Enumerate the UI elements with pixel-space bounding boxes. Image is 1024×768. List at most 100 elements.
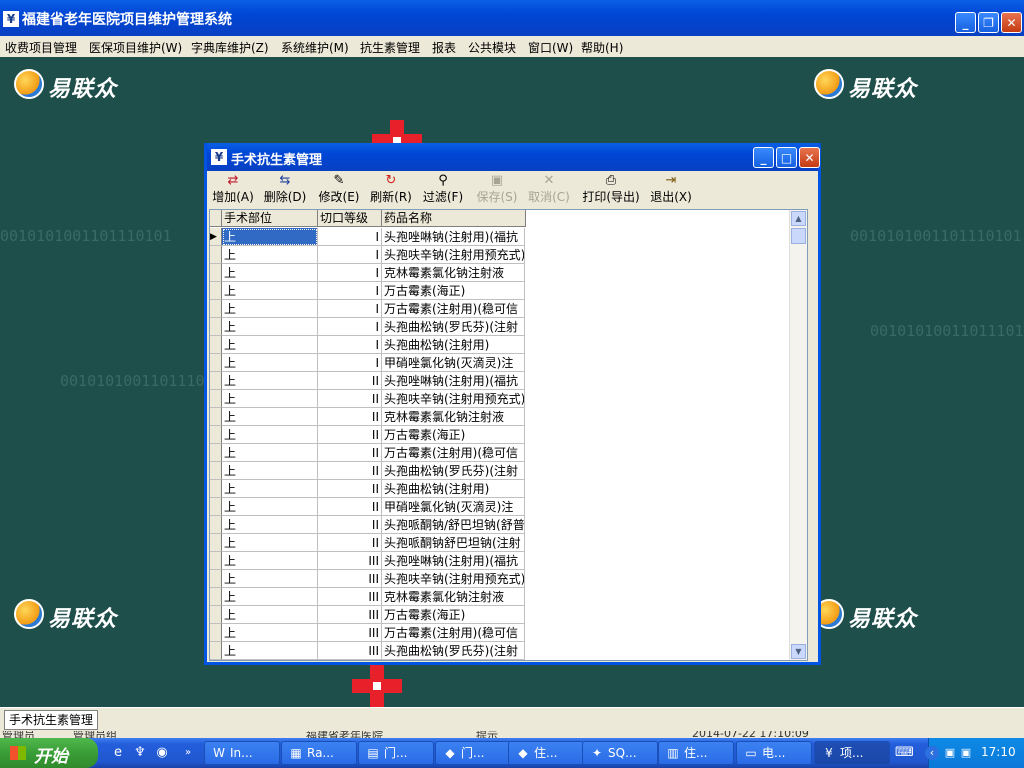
cell-drug-name[interactable]: 万古霉素(注射用)(稳可信 [382, 300, 525, 318]
row-indicator[interactable] [210, 246, 222, 264]
network-icon[interactable]: ▣ [943, 746, 957, 760]
keyboard-icon[interactable]: ⌨ [895, 745, 914, 761]
cell-location[interactable]: 上 [222, 570, 318, 588]
row-indicator[interactable] [210, 498, 222, 516]
refresh-button[interactable]: ↻ 刷新(R) [369, 173, 413, 207]
row-indicator[interactable] [210, 408, 222, 426]
exit-button[interactable]: ⇥ 退出(X) [649, 173, 693, 207]
cell-location[interactable]: 上 [222, 228, 318, 246]
cell-drug-name[interactable]: 头孢哌酮钠舒巴坦钠(注射 [382, 534, 525, 552]
cell-location[interactable]: 上 [222, 462, 318, 480]
cell-drug-name[interactable]: 头孢唑啉钠(注射用)(福抗 [382, 552, 525, 570]
row-indicator[interactable] [210, 534, 222, 552]
column-header-incision-level[interactable]: 切口等级 [318, 210, 382, 227]
table-row[interactable]: 上 II 头孢曲松钠(注射用) [210, 480, 526, 498]
cell-incision-level[interactable]: I [318, 300, 382, 318]
cell-drug-name[interactable]: 头孢曲松钠(罗氏芬)(注射 [382, 462, 525, 480]
quicklaunch-icon[interactable]: ♆ [132, 745, 148, 761]
row-indicator[interactable] [210, 300, 222, 318]
clock[interactable]: 17:10 [981, 745, 1016, 759]
menu-reports[interactable]: 报表 [432, 39, 456, 56]
menu-system[interactable]: 系统维护(M) [281, 39, 349, 56]
cell-incision-level[interactable]: II [318, 372, 382, 390]
row-indicator[interactable] [210, 354, 222, 372]
cell-incision-level[interactable]: I [318, 264, 382, 282]
tray-expand-icon[interactable]: ‹ [925, 746, 939, 760]
menu-window[interactable]: 窗口(W) [528, 39, 573, 56]
row-indicator[interactable] [210, 480, 222, 498]
cell-location[interactable]: 上 [222, 354, 318, 372]
cell-location[interactable]: 上 [222, 642, 318, 660]
cell-drug-name[interactable]: 万古霉素(注射用)(稳可信 [382, 444, 525, 462]
row-indicator[interactable] [210, 444, 222, 462]
row-indicator[interactable] [210, 282, 222, 300]
taskbar-item[interactable]: ▭ 电... [736, 741, 812, 765]
table-row[interactable]: 上 II 克林霉素氯化钠注射液 [210, 408, 526, 426]
cell-drug-name[interactable]: 头孢唑啉钠(注射用)(福抗 [382, 228, 525, 246]
row-indicator[interactable] [210, 606, 222, 624]
cell-incision-level[interactable]: III [318, 606, 382, 624]
row-indicator[interactable] [210, 264, 222, 282]
taskbar-item[interactable]: ✦ SQ... [582, 741, 658, 765]
cell-drug-name[interactable]: 万古霉素(海正) [382, 606, 525, 624]
start-button[interactable]: 开始 [0, 738, 98, 768]
cell-location[interactable]: 上 [222, 534, 318, 552]
ie-icon[interactable]: e [110, 745, 126, 761]
taskbar-item[interactable]: W In... [204, 741, 280, 765]
table-row[interactable]: ▶ 上 I 头孢唑啉钠(注射用)(福抗 [210, 228, 526, 246]
cell-drug-name[interactable]: 头孢呋辛钠(注射用预充式) [382, 246, 525, 264]
antibiotic-grid[interactable]: 手术部位 切口等级 药品名称 ▶ 上 I 头孢唑啉钠(注射用)(福抗上 I 头孢呋辛钠(注… [209, 209, 808, 661]
cell-incision-level[interactable]: II [318, 480, 382, 498]
cell-location[interactable]: 上 [222, 588, 318, 606]
table-row[interactable]: 上 II 头孢呋辛钠(注射用预充式) [210, 390, 526, 408]
table-row[interactable]: 上 I 头孢曲松钠(注射用) [210, 336, 526, 354]
cell-location[interactable]: 上 [222, 372, 318, 390]
cell-location[interactable]: 上 [222, 516, 318, 534]
cell-incision-level[interactable]: II [318, 534, 382, 552]
cell-location[interactable]: 上 [222, 390, 318, 408]
cell-location[interactable]: 上 [222, 282, 318, 300]
document-tab[interactable]: 手术抗生素管理 [4, 710, 99, 730]
cell-incision-level[interactable]: II [318, 426, 382, 444]
cell-incision-level[interactable]: II [318, 390, 382, 408]
cell-location[interactable]: 上 [222, 606, 318, 624]
table-row[interactable]: 上 I 头孢曲松钠(罗氏芬)(注射 [210, 318, 526, 336]
network-icon[interactable]: ▣ [959, 746, 973, 760]
column-header-drug-name[interactable]: 药品名称 [382, 210, 526, 227]
cell-incision-level[interactable]: I [318, 336, 382, 354]
taskbar-item[interactable]: ▦ Ra... [281, 741, 357, 765]
cell-location[interactable]: 上 [222, 480, 318, 498]
cell-incision-level[interactable]: II [318, 408, 382, 426]
row-indicator[interactable] [210, 570, 222, 588]
scroll-up-icon[interactable]: ▲ [791, 211, 806, 226]
row-indicator[interactable] [210, 318, 222, 336]
cell-drug-name[interactable]: 头孢呋辛钠(注射用预充式) [382, 570, 525, 588]
column-header-location[interactable]: 手术部位 [222, 210, 318, 227]
table-row[interactable]: 上 I 克林霉素氯化钠注射液 [210, 264, 526, 282]
table-row[interactable]: 上 II 万古霉素(海正) [210, 426, 526, 444]
cell-location[interactable]: 上 [222, 318, 318, 336]
cell-incision-level[interactable]: III [318, 570, 382, 588]
cell-incision-level[interactable]: III [318, 588, 382, 606]
cell-drug-name[interactable]: 甲硝唑氯化钠(灭滴灵)注 [382, 354, 525, 372]
delete-button[interactable]: ⇆ 删除(D) [263, 173, 307, 207]
cell-location[interactable]: 上 [222, 408, 318, 426]
cell-location[interactable]: 上 [222, 300, 318, 318]
menu-fee-items[interactable]: 收费项目管理 [5, 39, 77, 56]
table-row[interactable]: 上 I 万古霉素(注射用)(稳可信 [210, 300, 526, 318]
table-row[interactable]: 上 III 万古霉素(海正) [210, 606, 526, 624]
menu-insurance-items[interactable]: 医保项目维护(W) [89, 39, 182, 56]
minimize-button[interactable]: _ [955, 12, 976, 33]
table-row[interactable]: 上 II 万古霉素(注射用)(稳可信 [210, 444, 526, 462]
child-maximize-button[interactable]: □ [776, 147, 797, 168]
row-indicator[interactable] [210, 588, 222, 606]
taskbar-item-active[interactable]: ¥ 项... [814, 741, 890, 765]
cell-incision-level[interactable]: I [318, 318, 382, 336]
cell-incision-level[interactable]: I [318, 228, 382, 246]
cell-location[interactable]: 上 [222, 624, 318, 642]
restore-button[interactable]: ❐ [978, 12, 999, 33]
cell-incision-level[interactable]: II [318, 498, 382, 516]
cell-drug-name[interactable]: 头孢曲松钠(罗氏芬)(注射 [382, 318, 525, 336]
table-row[interactable]: 上 II 头孢哌酮钠/舒巴坦钠(舒普 [210, 516, 526, 534]
row-indicator[interactable] [210, 624, 222, 642]
